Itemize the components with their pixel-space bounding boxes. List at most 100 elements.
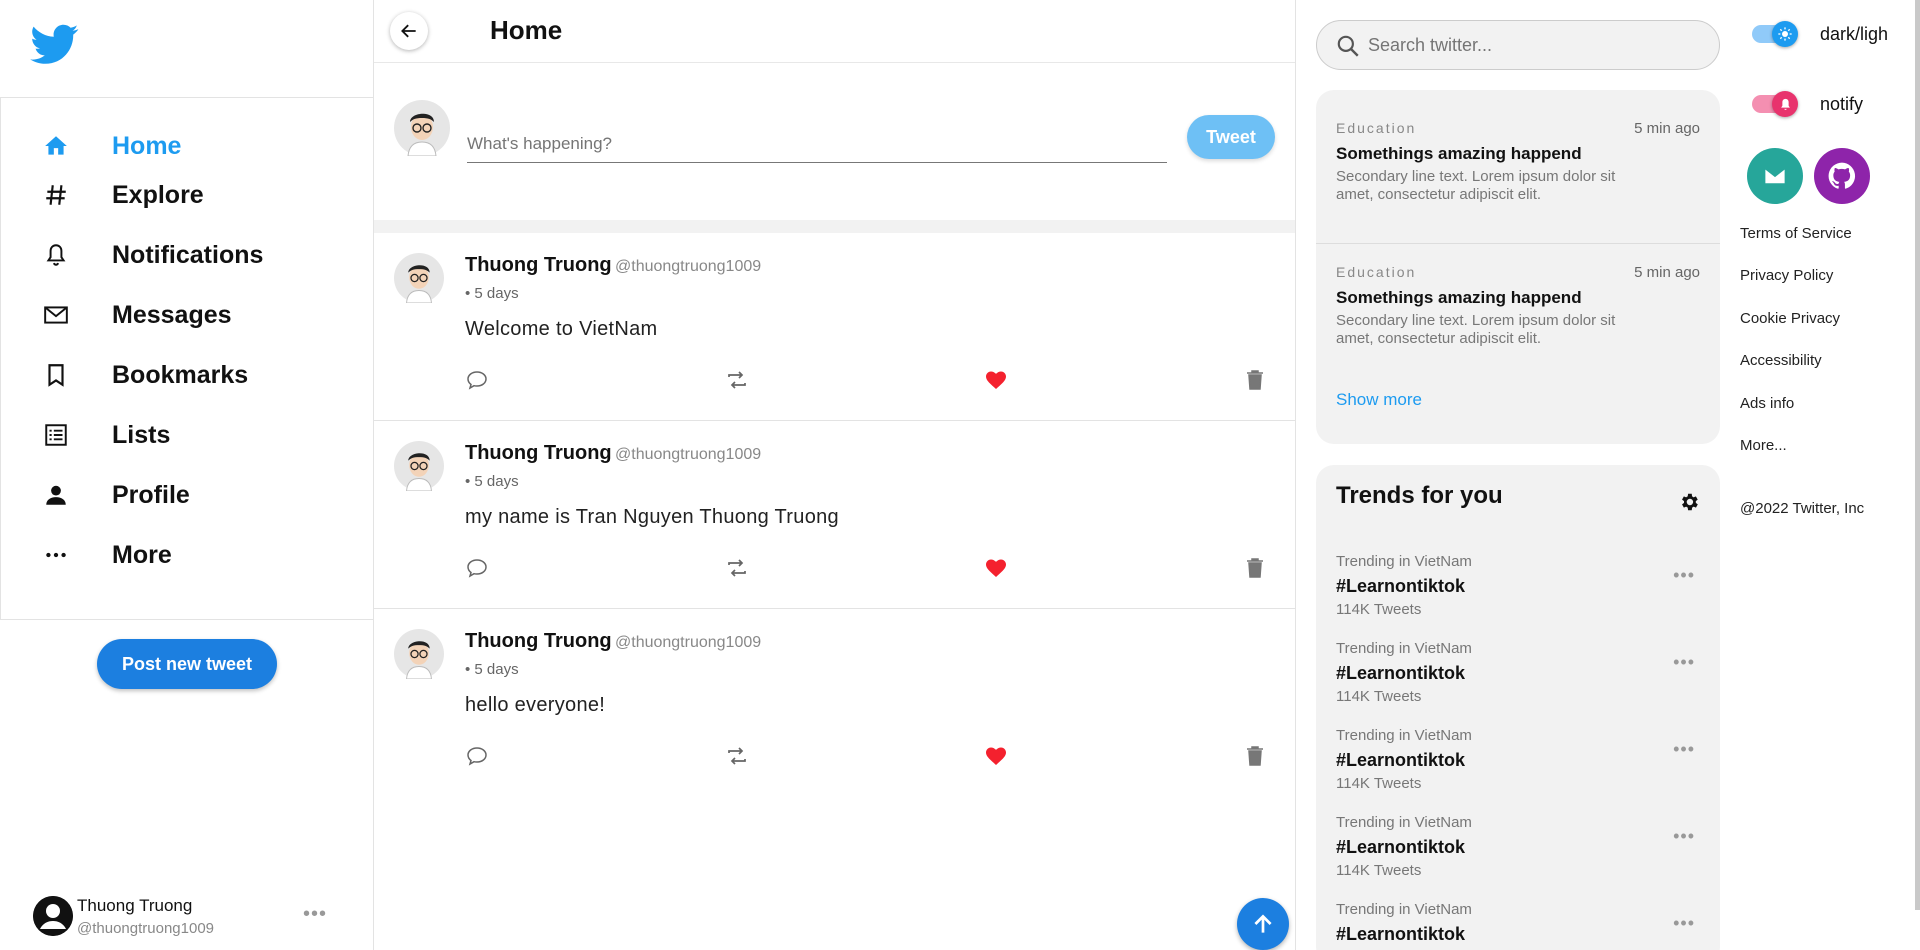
github-button[interactable] bbox=[1814, 148, 1870, 204]
search-icon bbox=[1337, 35, 1359, 57]
trend-tag: #Learnontiktok bbox=[1336, 924, 1466, 944]
avatar bbox=[33, 896, 73, 936]
trend-location: Trending in VietNam bbox=[1336, 727, 1472, 744]
email-button[interactable] bbox=[1747, 148, 1803, 204]
more-options-icon[interactable]: ••• bbox=[1673, 826, 1695, 847]
retweet-icon[interactable] bbox=[724, 367, 750, 393]
trends-title: Trends for you bbox=[1336, 482, 1503, 509]
heart-icon[interactable] bbox=[983, 743, 1009, 769]
more-options-icon[interactable]: ••• bbox=[1673, 565, 1695, 586]
nav-label: Notifications bbox=[112, 240, 264, 269]
divider bbox=[374, 220, 1295, 233]
notify-toggle[interactable]: notify bbox=[1752, 90, 1920, 120]
nav-label: More bbox=[112, 540, 172, 569]
more-icon bbox=[41, 540, 71, 570]
trash-icon[interactable] bbox=[1242, 743, 1268, 769]
tweet-item: Thuong Truong @thuongtruong1009 • 5 days… bbox=[374, 233, 1295, 421]
compose-tweet-input[interactable] bbox=[467, 115, 1167, 163]
news-category: Education bbox=[1336, 120, 1417, 136]
github-icon bbox=[1828, 162, 1856, 189]
avatar bbox=[394, 100, 450, 157]
trend-tag: #Learnontiktok bbox=[1336, 837, 1466, 857]
news-category: Education bbox=[1336, 264, 1417, 280]
trend-tag: #Learnontiktok bbox=[1336, 750, 1466, 770]
news-title: Somethings amazing happend bbox=[1336, 288, 1582, 307]
trend-tag: #Learnontiktok bbox=[1336, 576, 1466, 596]
search-input[interactable] bbox=[1368, 21, 1708, 69]
post-new-tweet-button[interactable]: Post new tweet bbox=[97, 639, 277, 689]
avatar[interactable] bbox=[394, 629, 444, 680]
nav-item-lists[interactable]: Lists bbox=[1, 408, 373, 462]
main-feed: Home Tweet Thuong Truong @thuongtruong10… bbox=[374, 0, 1295, 950]
more-options-icon[interactable]: ••• bbox=[303, 903, 327, 926]
nav-item-profile[interactable]: Profile bbox=[1, 468, 373, 522]
feed-header: Home bbox=[374, 0, 1295, 63]
tweet-content: Welcome to VietNam bbox=[465, 318, 658, 340]
trend-count: 114K Tweets bbox=[1336, 862, 1422, 879]
gear-icon[interactable] bbox=[1678, 491, 1700, 518]
tweet-author-name[interactable]: Thuong Truong bbox=[465, 254, 612, 277]
trend-tag: #Learnontiktok bbox=[1336, 663, 1466, 683]
back-button[interactable] bbox=[390, 12, 428, 50]
comment-icon[interactable] bbox=[464, 367, 490, 393]
bell-icon bbox=[1772, 91, 1798, 117]
trend-item[interactable]: Trending in VietNam #Learnontiktok ••• bbox=[1336, 901, 1700, 950]
footer-link-accessibility[interactable]: Accessibility bbox=[1740, 352, 1822, 369]
twitter-bird-icon[interactable] bbox=[28, 20, 82, 68]
comment-icon[interactable] bbox=[464, 555, 490, 581]
nav-item-more[interactable]: More bbox=[1, 528, 373, 582]
footer-link-ads[interactable]: Ads info bbox=[1740, 395, 1794, 412]
news-time: 5 min ago bbox=[1634, 120, 1700, 137]
avatar[interactable] bbox=[394, 253, 444, 304]
trend-item[interactable]: Trending in VietNam #Learnontiktok 114K … bbox=[1336, 727, 1700, 807]
trend-count: 114K Tweets bbox=[1336, 688, 1422, 705]
news-title: Somethings amazing happend bbox=[1336, 144, 1582, 163]
more-options-icon[interactable]: ••• bbox=[1673, 739, 1695, 760]
footer-link-more[interactable]: More... bbox=[1740, 437, 1787, 454]
person-icon bbox=[41, 480, 71, 510]
nav-item-explore[interactable]: Explore bbox=[1, 168, 373, 222]
comment-icon[interactable] bbox=[464, 743, 490, 769]
tweet-author-name[interactable]: Thuong Truong bbox=[465, 442, 612, 465]
more-options-icon[interactable]: ••• bbox=[1673, 652, 1695, 673]
tweet-author-name[interactable]: Thuong Truong bbox=[465, 630, 612, 653]
trend-item[interactable]: Trending in VietNam #Learnontiktok 114K … bbox=[1336, 814, 1700, 894]
nav-label: Messages bbox=[112, 300, 232, 329]
sun-icon bbox=[1772, 21, 1798, 47]
trash-icon[interactable] bbox=[1242, 367, 1268, 393]
toggle-label: dark/ligh bbox=[1820, 24, 1889, 44]
heart-icon[interactable] bbox=[983, 367, 1009, 393]
retweet-icon[interactable] bbox=[724, 555, 750, 581]
trend-item[interactable]: Trending in VietNam #Learnontiktok 114K … bbox=[1336, 640, 1700, 720]
retweet-icon[interactable] bbox=[724, 743, 750, 769]
news-item[interactable]: Education 5 min ago Somethings amazing h… bbox=[1316, 90, 1720, 234]
news-item[interactable]: Education 5 min ago Somethings amazing h… bbox=[1316, 234, 1720, 378]
news-time: 5 min ago bbox=[1634, 264, 1700, 281]
bookmark-icon bbox=[41, 360, 71, 390]
more-options-icon[interactable]: ••• bbox=[1673, 913, 1695, 934]
user-name: Thuong Truong bbox=[77, 896, 193, 915]
trash-icon[interactable] bbox=[1242, 555, 1268, 581]
divider bbox=[1295, 0, 1296, 950]
footer-link-privacy[interactable]: Privacy Policy bbox=[1740, 267, 1833, 284]
footer-link-terms[interactable]: Terms of Service bbox=[1740, 225, 1852, 242]
scroll-to-top-button[interactable] bbox=[1237, 898, 1289, 950]
nav-item-notifications[interactable]: Notifications bbox=[1, 228, 373, 282]
tweet-button[interactable]: Tweet bbox=[1187, 115, 1275, 159]
tweet-time: • 5 days bbox=[465, 285, 519, 302]
trend-item[interactable]: Trending in VietNam #Learnontiktok 114K … bbox=[1336, 553, 1700, 633]
avatar[interactable] bbox=[394, 441, 444, 492]
scrollbar[interactable] bbox=[1915, 0, 1920, 910]
show-more-link[interactable]: Show more bbox=[1336, 390, 1422, 410]
nav-item-home[interactable]: Home bbox=[1, 119, 373, 173]
nav-item-messages[interactable]: Messages bbox=[1, 288, 373, 342]
nav-item-bookmarks[interactable]: Bookmarks bbox=[1, 348, 373, 402]
nav-label: Profile bbox=[112, 480, 190, 509]
heart-icon[interactable] bbox=[983, 555, 1009, 581]
dark-mode-toggle[interactable]: dark/ligh bbox=[1752, 20, 1920, 50]
news-body: Secondary line text. Lorem ipsum dolor s… bbox=[1336, 168, 1616, 203]
page-title: Home bbox=[490, 15, 563, 45]
footer-link-cookie[interactable]: Cookie Privacy bbox=[1740, 310, 1840, 327]
account-switcher[interactable]: Thuong Truong @thuongtruong1009 ••• bbox=[33, 893, 333, 943]
nav-label: Bookmarks bbox=[112, 360, 249, 389]
